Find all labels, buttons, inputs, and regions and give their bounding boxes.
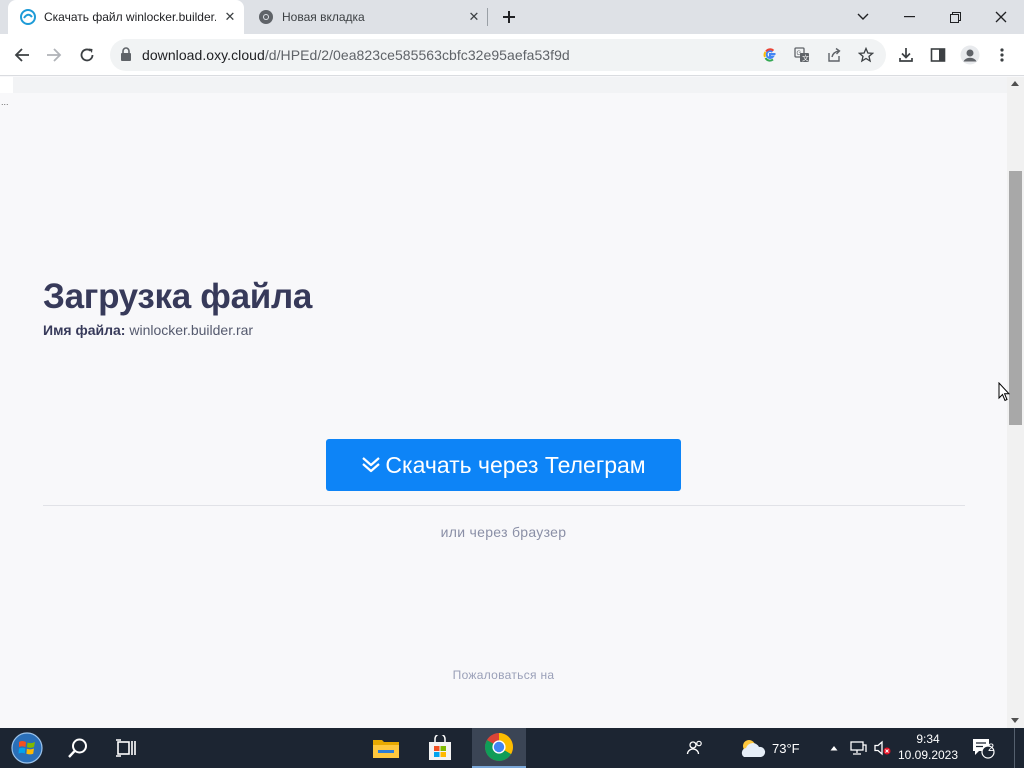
plus-icon [503, 11, 515, 23]
network-button[interactable] [846, 728, 870, 768]
notification-count: 2 [987, 742, 995, 754]
share-icon[interactable] [824, 45, 844, 65]
tab-strip: Скачать файл winlocker.builder.r ✕ Новая… [0, 0, 1024, 34]
browser-toolbar: download.oxy.cloud/d/HPEd/2/0ea823ce5855… [0, 34, 1024, 76]
menu-button[interactable] [988, 41, 1016, 69]
page-title: Загрузка файла [43, 277, 313, 316]
taskbar-file-explorer[interactable] [364, 728, 408, 768]
task-view-button[interactable] [104, 728, 148, 768]
ellipsis-text: ... [1, 97, 9, 107]
more-vertical-icon [1000, 48, 1004, 62]
chevron-down-icon [857, 13, 869, 20]
show-desktop-button[interactable] [1014, 728, 1024, 768]
scroll-down-arrow-icon[interactable] [1011, 718, 1019, 723]
store-icon [429, 735, 451, 760]
page-top-strip [0, 77, 1007, 93]
network-icon [850, 741, 867, 755]
windows-taskbar: 73°F 9:34 10.09.2023 2 [0, 728, 1024, 768]
chrome-icon [484, 733, 513, 761]
taskbar-microsoft-store[interactable] [418, 728, 462, 768]
clock-time: 9:34 [916, 732, 940, 746]
chrome-icon [258, 9, 274, 25]
system-clock[interactable]: 9:34 10.09.2023 [896, 731, 960, 763]
weather-temperature: 73°F [772, 740, 800, 756]
people-icon [686, 740, 702, 755]
close-tab-icon[interactable]: ✕ [222, 9, 238, 25]
download-telegram-label: Скачать через Телеграм [385, 451, 646, 478]
reload-button[interactable] [73, 41, 101, 69]
close-tab-icon[interactable]: ✕ [466, 9, 482, 25]
forward-button[interactable] [40, 41, 68, 69]
oxy-cloud-icon [20, 9, 36, 25]
search-icon [68, 738, 87, 758]
tab-title: Новая вкладка [282, 10, 365, 24]
double-chevron-down-icon [361, 454, 383, 476]
download-icon [899, 48, 913, 62]
scrollbar-thumb[interactable] [1009, 171, 1022, 425]
download-browser-link[interactable]: или через браузер [0, 524, 1007, 540]
volume-muted-icon [874, 740, 891, 756]
tab-title: Скачать файл winlocker.builder.r [44, 10, 216, 24]
action-center-button[interactable]: 2 [966, 728, 1000, 768]
mouse-cursor-icon [998, 381, 1011, 407]
people-button[interactable] [680, 728, 710, 768]
arrow-right-icon [47, 48, 62, 62]
url-text[interactable]: download.oxy.cloud/d/HPEd/2/0ea823ce5855… [142, 47, 570, 63]
translate-icon[interactable]: 文G [792, 45, 812, 65]
file-info: Имя файла: winlocker.builder.rar [43, 322, 253, 338]
page-corner [0, 77, 13, 93]
tab-new-tab[interactable]: Новая вкладка ✕ [248, 0, 488, 34]
start-button[interactable] [4, 728, 50, 768]
svg-text:G: G [797, 51, 802, 57]
chevron-up-icon [830, 746, 838, 751]
taskbar-chrome[interactable] [472, 728, 526, 768]
side-panel-button[interactable] [924, 41, 952, 69]
url-path: /d/HPEd/2/0ea823ce585563cbfc32e95aefa53f… [264, 47, 570, 63]
task-view-icon [116, 739, 136, 757]
minimize-icon [903, 16, 915, 18]
volume-button[interactable] [870, 728, 894, 768]
tab-download-file[interactable]: Скачать файл winlocker.builder.r ✕ [8, 0, 244, 34]
back-button[interactable] [8, 41, 36, 69]
address-bar[interactable]: download.oxy.cloud/d/HPEd/2/0ea823ce5855… [110, 39, 886, 71]
weather-widget[interactable]: 73°F [738, 728, 810, 768]
download-telegram-button[interactable]: Скачать через Телеграм [326, 439, 681, 491]
windows-start-icon [11, 732, 43, 764]
scroll-up-arrow-icon[interactable] [1011, 81, 1019, 86]
file-name-value: winlocker.builder.rar [129, 322, 254, 338]
url-host: download.oxy.cloud [142, 47, 265, 63]
close-window-button[interactable] [978, 0, 1024, 34]
tab-separator [487, 8, 488, 26]
clock-date: 10.09.2023 [897, 748, 959, 762]
minimize-button[interactable] [886, 0, 932, 34]
divider [43, 505, 965, 506]
file-name-label: Имя файла: [43, 322, 126, 338]
folder-icon [373, 740, 399, 758]
show-hidden-icons-button[interactable] [826, 728, 842, 768]
bookmark-star-icon[interactable] [856, 45, 876, 65]
downloads-button[interactable] [892, 41, 920, 69]
close-icon [995, 11, 1007, 23]
partly-cloudy-icon [741, 740, 766, 757]
page-content: ... Загрузка файла Имя файла: winlocker.… [0, 77, 1007, 728]
restore-button[interactable] [932, 0, 978, 34]
profile-button[interactable] [956, 41, 984, 69]
arrow-left-icon [14, 48, 29, 62]
lock-icon[interactable] [120, 47, 132, 66]
search-button[interactable] [56, 728, 100, 768]
side-panel-icon [930, 48, 946, 62]
restore-icon [949, 11, 961, 23]
reload-icon [80, 48, 94, 62]
report-link[interactable]: Пожаловаться на [0, 668, 1007, 682]
svg-text:文: 文 [802, 54, 809, 63]
tab-search-button[interactable] [840, 0, 886, 34]
new-tab-button[interactable] [497, 5, 521, 29]
avatar-icon [960, 45, 980, 65]
google-lens-icon[interactable] [760, 45, 780, 65]
